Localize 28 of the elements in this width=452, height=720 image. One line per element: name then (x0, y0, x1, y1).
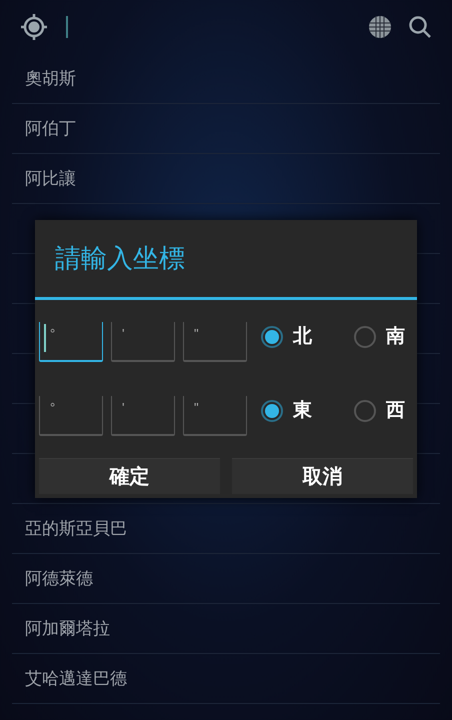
radio-button[interactable] (261, 400, 283, 422)
search-icon[interactable] (408, 15, 432, 39)
radio-label: 東 (293, 398, 312, 423)
radio-label: 西 (386, 398, 405, 423)
text-cursor (44, 324, 46, 352)
number-field[interactable]: " (183, 322, 247, 362)
number-field[interactable]: ' (111, 322, 175, 362)
dialog-button[interactable]: 取消 (232, 458, 413, 494)
radio-button[interactable] (354, 400, 376, 422)
radio-label: 北 (293, 324, 312, 349)
radio-label: 南 (386, 324, 405, 349)
city-name[interactable]: 亞的斯亞貝巴 (25, 516, 127, 542)
globe-icon[interactable] (368, 15, 392, 39)
city-name[interactable]: 奧胡斯 (25, 66, 76, 92)
number-field[interactable]: ° (39, 322, 103, 362)
city-name[interactable]: 阿德萊德 (25, 566, 93, 592)
dialog-button[interactable]: 確定 (39, 458, 220, 494)
dialog-title: 請輸入坐標 (55, 242, 185, 275)
city-name[interactable]: 阿伯丁 (25, 116, 76, 142)
city-name[interactable]: 艾哈邁達巴德 (25, 666, 127, 692)
number-field[interactable]: " (183, 396, 247, 436)
radio-button[interactable] (261, 326, 283, 348)
radio-button[interactable] (354, 326, 376, 348)
location-target-icon[interactable] (20, 13, 48, 41)
number-field[interactable]: ° (39, 396, 103, 436)
city-name[interactable]: 阿比讓 (25, 166, 76, 192)
city-name[interactable]: 阿加爾塔拉 (25, 616, 110, 642)
number-field[interactable]: ' (111, 396, 175, 436)
